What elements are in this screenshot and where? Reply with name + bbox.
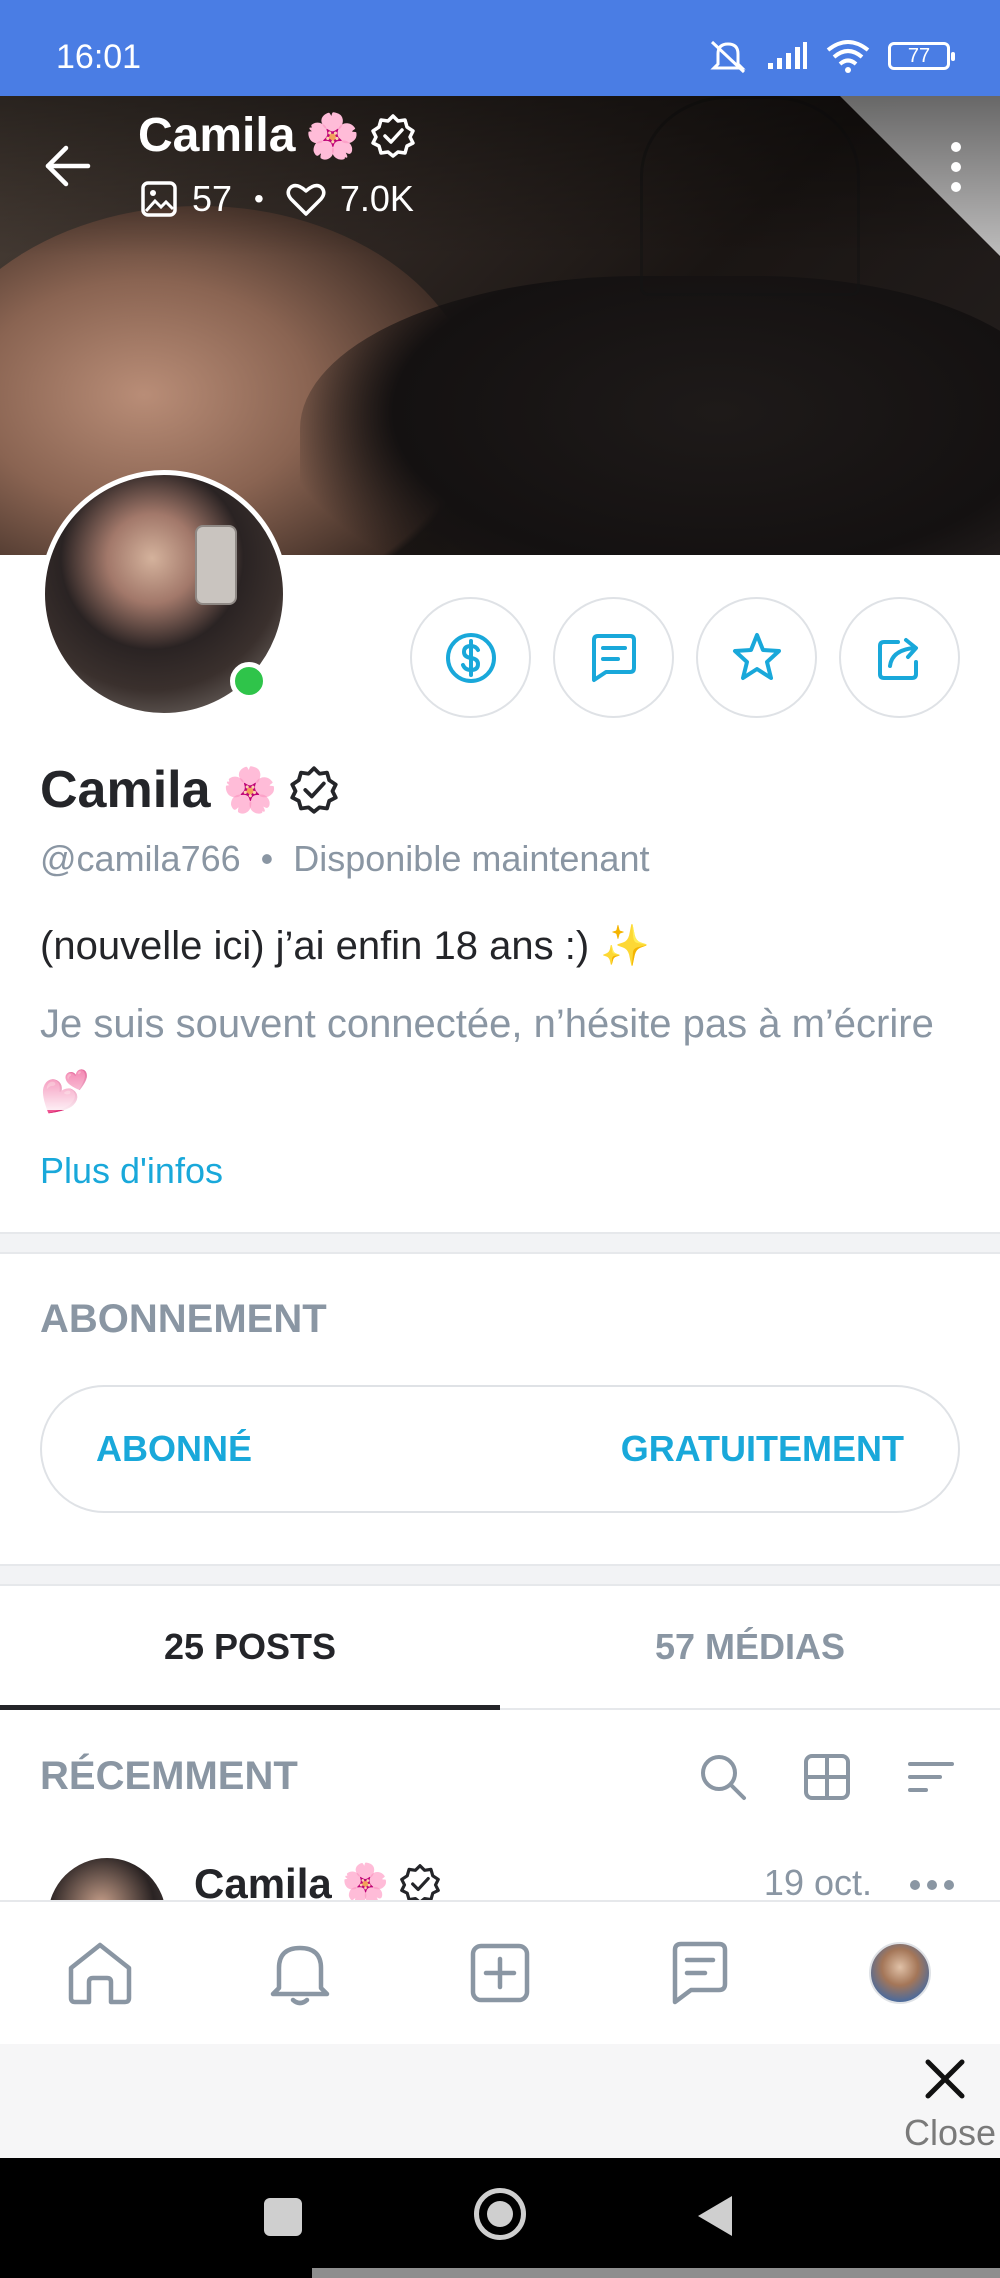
system-back-icon[interactable] bbox=[698, 2196, 732, 2236]
flower-emoji: 🌸 bbox=[305, 111, 361, 161]
post-preview[interactable]: Camila 🌸 19 oct. bbox=[0, 1850, 1000, 1902]
subscription-title: ABONNEMENT bbox=[40, 1297, 327, 1341]
profile-actions bbox=[410, 597, 960, 718]
share-icon bbox=[877, 637, 918, 680]
bio-fade bbox=[0, 1050, 1000, 1110]
close-icon[interactable] bbox=[920, 2054, 970, 2104]
cover-photo-body bbox=[300, 276, 1000, 555]
avatar-photo-phone bbox=[195, 525, 237, 605]
availability-status: Disponible maintenant bbox=[293, 838, 650, 879]
handle-row: @camila766 • Disponible maintenant bbox=[40, 838, 649, 880]
verified-badge-icon bbox=[290, 766, 338, 814]
more-options-icon[interactable] bbox=[946, 142, 966, 192]
header-name: Camila bbox=[138, 109, 296, 162]
recents-icon[interactable] bbox=[264, 2198, 302, 2236]
system-nav-bar bbox=[0, 2158, 1000, 2278]
post-more-icon[interactable] bbox=[910, 1880, 954, 1890]
nav-home[interactable] bbox=[55, 1928, 145, 2018]
recent-title: RÉCEMMENT bbox=[40, 1754, 298, 1798]
flower-emoji: 🌸 bbox=[341, 1863, 390, 1902]
header-name-row: Camila 🌸 bbox=[138, 108, 416, 163]
subscription-status: ABONNÉ bbox=[96, 1428, 253, 1469]
verified-badge-icon bbox=[371, 113, 415, 158]
close-label[interactable]: Close bbox=[904, 2112, 996, 2154]
heart-icon bbox=[286, 183, 326, 216]
nav-profile[interactable] bbox=[855, 1928, 945, 2018]
tab-media[interactable]: 57 MÉDIAS bbox=[500, 1586, 1000, 1708]
content-tabs: 25 POSTS 57 MÉDIAS bbox=[0, 1586, 1000, 1710]
photos-count: 57 bbox=[192, 178, 233, 219]
status-time: 16:01 bbox=[56, 38, 142, 76]
add-icon bbox=[470, 1943, 530, 2003]
wifi-icon bbox=[826, 40, 870, 73]
tab-posts[interactable]: 25 POSTS bbox=[0, 1586, 500, 1710]
recent-tools bbox=[698, 1752, 956, 1802]
battery-icon: 77 bbox=[888, 42, 955, 70]
post-author-name: Camila bbox=[194, 1860, 332, 1902]
gesture-bar bbox=[312, 2268, 1000, 2278]
post-author-avatar[interactable] bbox=[48, 1858, 166, 1902]
nav-messages[interactable] bbox=[655, 1928, 745, 2018]
message-icon bbox=[591, 633, 636, 682]
home-icon bbox=[68, 1942, 132, 2005]
profile-handle: @camila766 bbox=[40, 838, 241, 879]
status-bar: 16:01 77 bbox=[0, 0, 1000, 96]
close-bar: Close bbox=[0, 2044, 1000, 2158]
favorite-button[interactable] bbox=[696, 597, 817, 718]
section-divider bbox=[0, 1564, 1000, 1586]
star-icon bbox=[732, 632, 781, 680]
bio-line-1: (nouvelle ici) j’ai enfin 18 ans :) ✨ bbox=[40, 924, 651, 968]
image-icon bbox=[141, 181, 177, 217]
stats-separator: • bbox=[254, 183, 264, 214]
section-divider bbox=[0, 1232, 1000, 1254]
share-button[interactable] bbox=[839, 597, 960, 718]
app-root: 16:01 77 Camila 🌸 57 • 7.0K Camila 🌸 @ca… bbox=[0, 0, 1000, 2278]
profile-name: Camila bbox=[40, 761, 211, 819]
post-date: 19 oct. bbox=[763, 1862, 872, 1902]
mute-icon bbox=[710, 40, 746, 74]
search-icon[interactable] bbox=[698, 1752, 748, 1802]
subscription-price: GRATUITEMENT bbox=[620, 1428, 904, 1469]
sort-icon[interactable] bbox=[906, 1752, 956, 1802]
bottom-nav bbox=[0, 1900, 1000, 2044]
header-stats: 57 • 7.0K bbox=[140, 178, 414, 220]
nav-notifications[interactable] bbox=[255, 1928, 345, 2018]
verified-badge-icon bbox=[400, 1864, 440, 1902]
likes-count: 7.0K bbox=[339, 178, 414, 219]
nav-add[interactable] bbox=[455, 1928, 545, 2018]
status-icons: 77 bbox=[708, 38, 955, 74]
online-status-dot bbox=[230, 662, 268, 700]
profile-header: Camila 🌸 57 • 7.0K bbox=[0, 96, 1000, 246]
post-author-row: Camila 🌸 bbox=[194, 1860, 441, 1902]
back-arrow-icon[interactable] bbox=[42, 140, 94, 192]
grid-view-icon[interactable] bbox=[802, 1752, 852, 1802]
messages-icon bbox=[672, 1941, 728, 2005]
signal-icon bbox=[768, 42, 807, 69]
home-circle-icon[interactable] bbox=[474, 2188, 526, 2240]
subscription-button[interactable]: ABONNÉ GRATUITEMENT bbox=[40, 1385, 960, 1513]
flower-emoji: 🌸 bbox=[222, 766, 278, 815]
handle-separator: • bbox=[260, 838, 274, 879]
profile-name-row: Camila 🌸 bbox=[40, 760, 339, 820]
more-info-link[interactable]: Plus d'infos bbox=[40, 1150, 223, 1192]
message-button[interactable] bbox=[553, 597, 674, 718]
tip-button[interactable] bbox=[410, 597, 531, 718]
dollar-icon bbox=[445, 632, 496, 683]
bell-icon bbox=[270, 1945, 330, 2006]
profile-avatar bbox=[869, 1942, 931, 2004]
